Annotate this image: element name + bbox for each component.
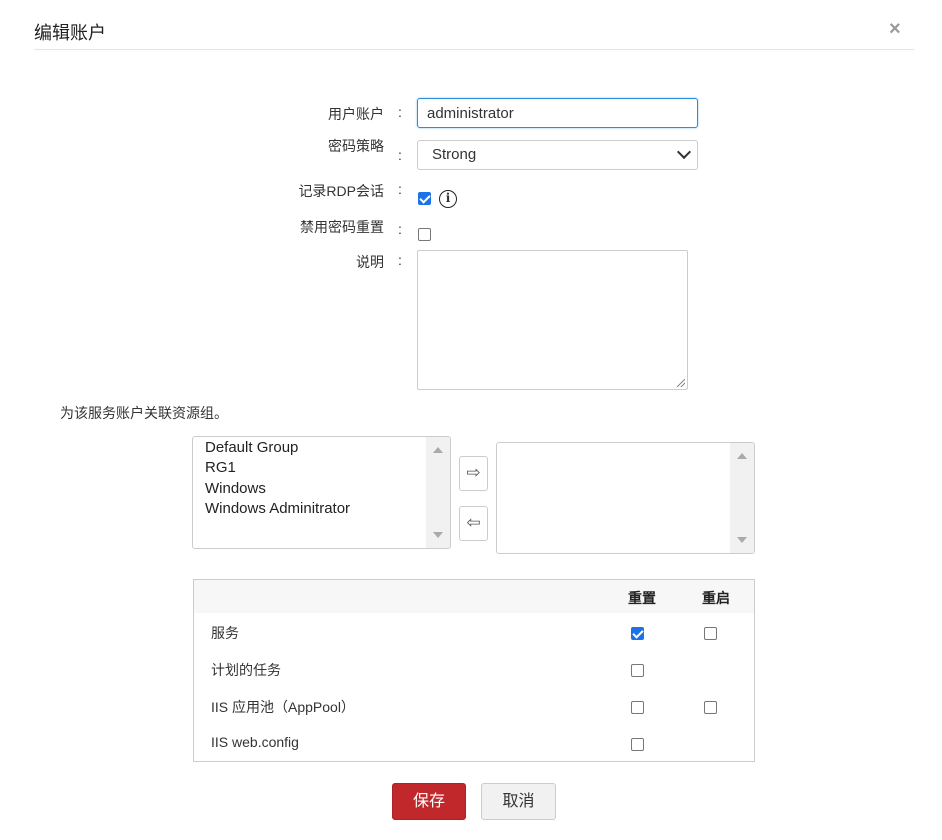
row-label: 服务 bbox=[211, 625, 239, 641]
list-item[interactable]: Windows bbox=[205, 480, 266, 497]
record-rdp-checkbox[interactable] bbox=[418, 192, 431, 205]
colon: : bbox=[398, 104, 402, 120]
colon: : bbox=[398, 181, 402, 197]
row-label: IIS web.config bbox=[211, 734, 299, 750]
password-policy-label: 密码策略 bbox=[328, 138, 384, 154]
disable-reset-checkbox[interactable] bbox=[418, 228, 431, 241]
restart-checkbox[interactable] bbox=[704, 701, 717, 714]
move-left-button[interactable]: ⇦ bbox=[459, 506, 488, 541]
dialog-title: 编辑账户 bbox=[34, 23, 106, 43]
user-account-label: 用户账户 bbox=[328, 106, 384, 122]
colon: : bbox=[398, 252, 402, 268]
header-restart: 重启 bbox=[702, 590, 730, 606]
reset-checkbox[interactable] bbox=[631, 627, 644, 640]
table-header: 重置 重启 bbox=[194, 580, 754, 613]
list-item[interactable]: Default Group bbox=[205, 439, 298, 456]
divider bbox=[34, 49, 914, 50]
available-groups-list[interactable]: Default Group RG1 Windows Windows Admini… bbox=[192, 436, 451, 549]
reset-checkbox[interactable] bbox=[631, 664, 644, 677]
header-reset: 重置 bbox=[628, 590, 656, 606]
scroll-up-icon[interactable] bbox=[433, 447, 443, 453]
scrollbar[interactable] bbox=[730, 443, 754, 553]
list-item[interactable]: Windows Adminitrator bbox=[205, 500, 350, 517]
resource-group-label: 为该服务账户关联资源组。 bbox=[60, 405, 228, 421]
row-label: 计划的任务 bbox=[211, 662, 281, 678]
scroll-down-icon[interactable] bbox=[433, 532, 443, 538]
colon: : bbox=[398, 221, 402, 237]
save-button[interactable]: 保存 bbox=[392, 783, 466, 820]
chevron-down-icon bbox=[676, 144, 692, 160]
scroll-up-icon[interactable] bbox=[737, 453, 747, 459]
list-item[interactable]: RG1 bbox=[205, 459, 236, 476]
info-icon[interactable]: i bbox=[439, 190, 457, 208]
close-icon[interactable]: × bbox=[889, 18, 901, 41]
cancel-button[interactable]: 取消 bbox=[481, 783, 556, 820]
description-textarea[interactable] bbox=[417, 250, 688, 390]
record-rdp-label: 记录RDP会话 bbox=[298, 183, 384, 199]
row-label: IIS 应用池（AppPool） bbox=[211, 699, 355, 715]
reset-checkbox[interactable] bbox=[631, 701, 644, 714]
scrollbar[interactable] bbox=[426, 437, 450, 548]
colon: : bbox=[398, 147, 402, 163]
user-account-input[interactable] bbox=[417, 98, 698, 128]
operations-table: 重置 重启 服务 计划的任务 IIS 应用池（AppPool） IIS web.… bbox=[193, 579, 755, 762]
selected-groups-list[interactable] bbox=[496, 442, 755, 554]
restart-checkbox[interactable] bbox=[704, 627, 717, 640]
description-label: 说明 bbox=[356, 254, 384, 270]
disable-reset-label: 禁用密码重置 bbox=[300, 219, 384, 235]
reset-checkbox[interactable] bbox=[631, 738, 644, 751]
move-right-button[interactable]: ⇨ bbox=[459, 456, 488, 491]
password-policy-value: Strong bbox=[432, 146, 477, 163]
resize-grip-icon[interactable] bbox=[677, 379, 685, 387]
scroll-down-icon[interactable] bbox=[737, 537, 747, 543]
password-policy-select[interactable]: Strong bbox=[417, 140, 698, 170]
